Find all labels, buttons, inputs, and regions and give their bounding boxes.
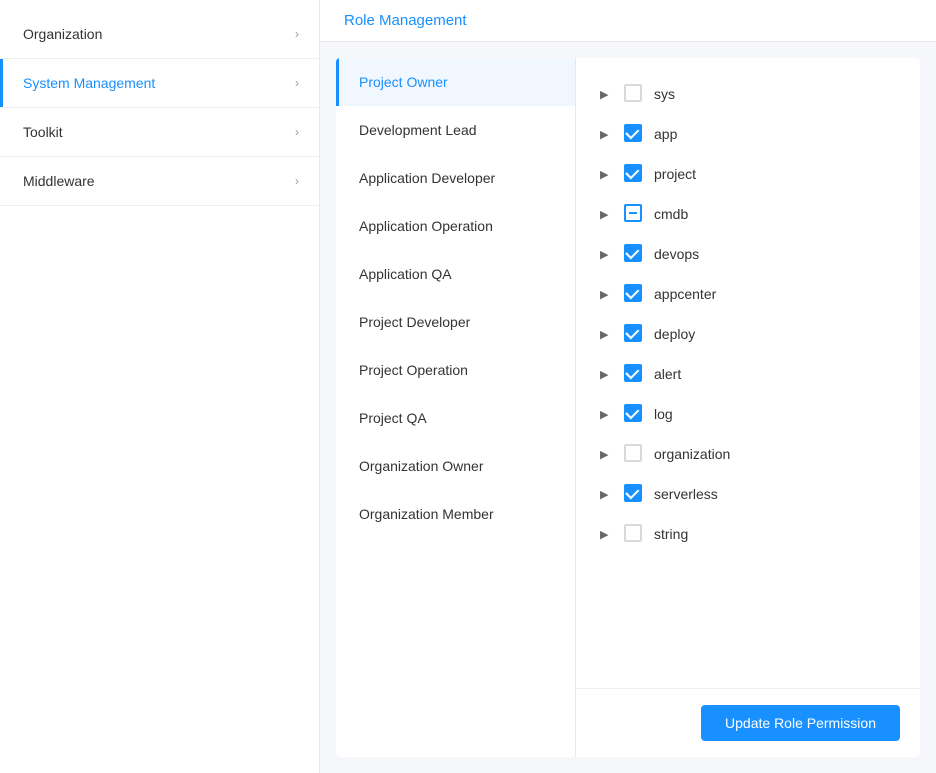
permission-label-deploy: deploy [654,326,695,342]
checkbox-deploy[interactable] [624,324,644,344]
checkbox-sys[interactable] [624,84,644,104]
permission-item-project: ▶ project [596,154,900,194]
page-title: Role Management [344,12,467,29]
permission-label-serverless: serverless [654,486,718,502]
role-item-application-developer[interactable]: Application Developer [336,154,575,202]
chevron-icon-middleware: › [295,174,299,188]
expand-arrow-log[interactable]: ▶ [600,408,614,421]
checkbox-visual-organization [624,444,642,462]
checkbox-visual-string [624,524,642,542]
expand-arrow-alert[interactable]: ▶ [600,368,614,381]
permission-item-log: ▶ log [596,394,900,434]
role-item-organization-member[interactable]: Organization Member [336,490,575,538]
sidebar-label-system-management: System Management [23,75,155,91]
role-list: Project OwnerDevelopment LeadApplication… [336,58,576,757]
expand-arrow-devops[interactable]: ▶ [600,248,614,261]
checkbox-visual-project [624,164,642,182]
checkbox-visual-serverless [624,484,642,502]
permission-label-sys: sys [654,86,675,102]
role-item-development-lead[interactable]: Development Lead [336,106,575,154]
sidebar: Organization›System Management›Toolkit›M… [0,0,320,773]
permission-label-string: string [654,526,688,542]
checkbox-visual-appcenter [624,284,642,302]
permission-item-cmdb: ▶ cmdb [596,194,900,234]
role-item-project-qa[interactable]: Project QA [336,394,575,442]
checkbox-organization[interactable] [624,444,644,464]
checkbox-visual-alert [624,364,642,382]
sidebar-item-system-management[interactable]: System Management › [0,59,319,107]
permission-label-cmdb: cmdb [654,206,688,222]
permission-item-organization: ▶ organization [596,434,900,474]
expand-arrow-serverless[interactable]: ▶ [600,488,614,501]
expand-arrow-deploy[interactable]: ▶ [600,328,614,341]
sidebar-label-toolkit: Toolkit [23,124,63,140]
main-content: Role Management Project OwnerDevelopment… [320,0,936,773]
content-area: Project OwnerDevelopment LeadApplication… [336,58,920,757]
role-item-application-operation[interactable]: Application Operation [336,202,575,250]
expand-arrow-cmdb[interactable]: ▶ [600,208,614,221]
sidebar-label-organization: Organization [23,26,102,42]
checkbox-visual-deploy [624,324,642,342]
permission-label-devops: devops [654,246,699,262]
checkbox-visual-sys [624,84,642,102]
role-item-application-qa[interactable]: Application QA [336,250,575,298]
permission-label-organization: organization [654,446,730,462]
chevron-icon-toolkit: › [295,125,299,139]
checkbox-appcenter[interactable] [624,284,644,304]
expand-arrow-app[interactable]: ▶ [600,128,614,141]
expand-arrow-project[interactable]: ▶ [600,168,614,181]
permission-label-appcenter: appcenter [654,286,716,302]
checkbox-visual-app [624,124,642,142]
permission-item-serverless: ▶ serverless [596,474,900,514]
sidebar-item-middleware[interactable]: Middleware › [0,157,319,205]
role-item-project-owner[interactable]: Project Owner [336,58,575,106]
checkbox-cmdb[interactable] [624,204,644,224]
checkbox-visual-log [624,404,642,422]
permission-item-app: ▶ app [596,114,900,154]
permission-list: ▶ sys ▶ app ▶ project ▶ cmdb ▶ devops ▶ appcenter ▶ d… [576,58,920,688]
permission-item-appcenter: ▶ appcenter [596,274,900,314]
checkbox-alert[interactable] [624,364,644,384]
chevron-icon-organization: › [295,27,299,41]
expand-arrow-appcenter[interactable]: ▶ [600,288,614,301]
checkbox-log[interactable] [624,404,644,424]
expand-arrow-organization[interactable]: ▶ [600,448,614,461]
permission-item-string: ▶ string [596,514,900,554]
permission-item-alert: ▶ alert [596,354,900,394]
permission-panel: ▶ sys ▶ app ▶ project ▶ cmdb ▶ devops ▶ appcenter ▶ d… [576,58,920,757]
update-role-permission-button[interactable]: Update Role Permission [701,705,900,741]
permission-label-app: app [654,126,677,142]
permission-label-project: project [654,166,696,182]
expand-arrow-sys[interactable]: ▶ [600,88,614,101]
sidebar-item-organization[interactable]: Organization › [0,10,319,58]
role-item-project-operation[interactable]: Project Operation [336,346,575,394]
checkbox-visual-cmdb [624,204,642,222]
permission-item-devops: ▶ devops [596,234,900,274]
permission-item-deploy: ▶ deploy [596,314,900,354]
checkbox-visual-devops [624,244,642,262]
page-header: Role Management [320,0,936,42]
footer-area: Update Role Permission [576,688,920,757]
role-item-organization-owner[interactable]: Organization Owner [336,442,575,490]
sidebar-item-toolkit[interactable]: Toolkit › [0,108,319,156]
checkbox-serverless[interactable] [624,484,644,504]
sidebar-label-middleware: Middleware [23,173,95,189]
checkbox-devops[interactable] [624,244,644,264]
permission-label-log: log [654,406,673,422]
expand-arrow-string[interactable]: ▶ [600,528,614,541]
checkbox-app[interactable] [624,124,644,144]
role-item-project-developer[interactable]: Project Developer [336,298,575,346]
permission-item-sys: ▶ sys [596,74,900,114]
checkbox-string[interactable] [624,524,644,544]
checkbox-project[interactable] [624,164,644,184]
permission-label-alert: alert [654,366,681,382]
sidebar-divider [0,205,319,206]
chevron-icon-system-management: › [295,76,299,90]
